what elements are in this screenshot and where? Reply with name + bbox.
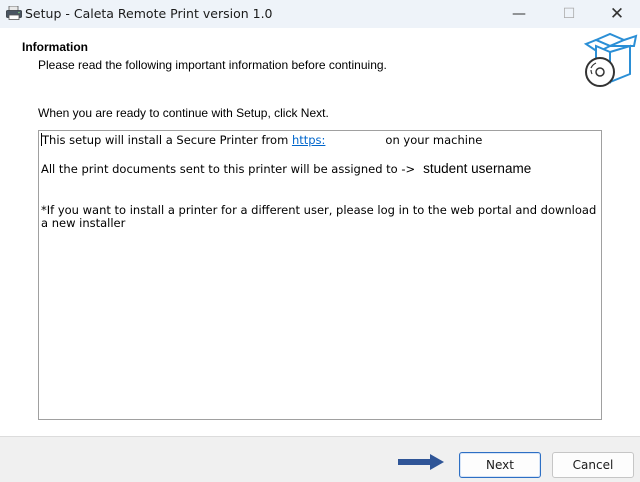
next-button[interactable]: Next: [459, 452, 541, 478]
wizard-footer: Next Cancel: [0, 436, 640, 482]
close-button[interactable]: ✕: [594, 0, 640, 28]
close-icon: ✕: [609, 4, 625, 24]
info-line-source-prefix: This setup will install a Secure Printer…: [42, 133, 292, 147]
software-box-cd-icon: [583, 32, 638, 87]
window-title: Setup - Caleta Remote Print version 1.0: [25, 6, 273, 21]
wizard-header: Information Please read the following im…: [0, 28, 640, 96]
printer-icon: [6, 6, 22, 20]
info-line-source-suffix: on your machine: [385, 133, 483, 147]
minimize-button[interactable]: —: [496, 0, 542, 28]
student-username-annotation: student username: [423, 161, 532, 176]
wizard-body: When you are ready to continue with Setu…: [0, 96, 640, 436]
cancel-button[interactable]: Cancel: [552, 452, 634, 478]
maximize-icon: ☐: [562, 6, 576, 22]
instructions-text: When you are ready to continue with Setu…: [38, 106, 329, 120]
right-arrow-icon: [398, 454, 444, 470]
information-memo[interactable]: This setup will install a Secure Printer…: [38, 130, 602, 420]
maximize-button[interactable]: ☐: [546, 0, 592, 28]
info-line-note: *If you want to install a printer for a …: [41, 203, 597, 230]
source-link[interactable]: https:: [292, 133, 325, 147]
title-bar: Setup - Caleta Remote Print version 1.0 …: [0, 0, 640, 28]
page-subtitle: Please read the following important info…: [38, 58, 387, 72]
info-line-source: This setup will install a Secure Printer…: [41, 133, 482, 147]
minimize-icon: —: [512, 6, 526, 22]
info-line-assignment: All the print documents sent to this pri…: [41, 161, 531, 176]
page-title: Information: [22, 40, 88, 54]
info-line-assignment-text: All the print documents sent to this pri…: [41, 162, 416, 176]
